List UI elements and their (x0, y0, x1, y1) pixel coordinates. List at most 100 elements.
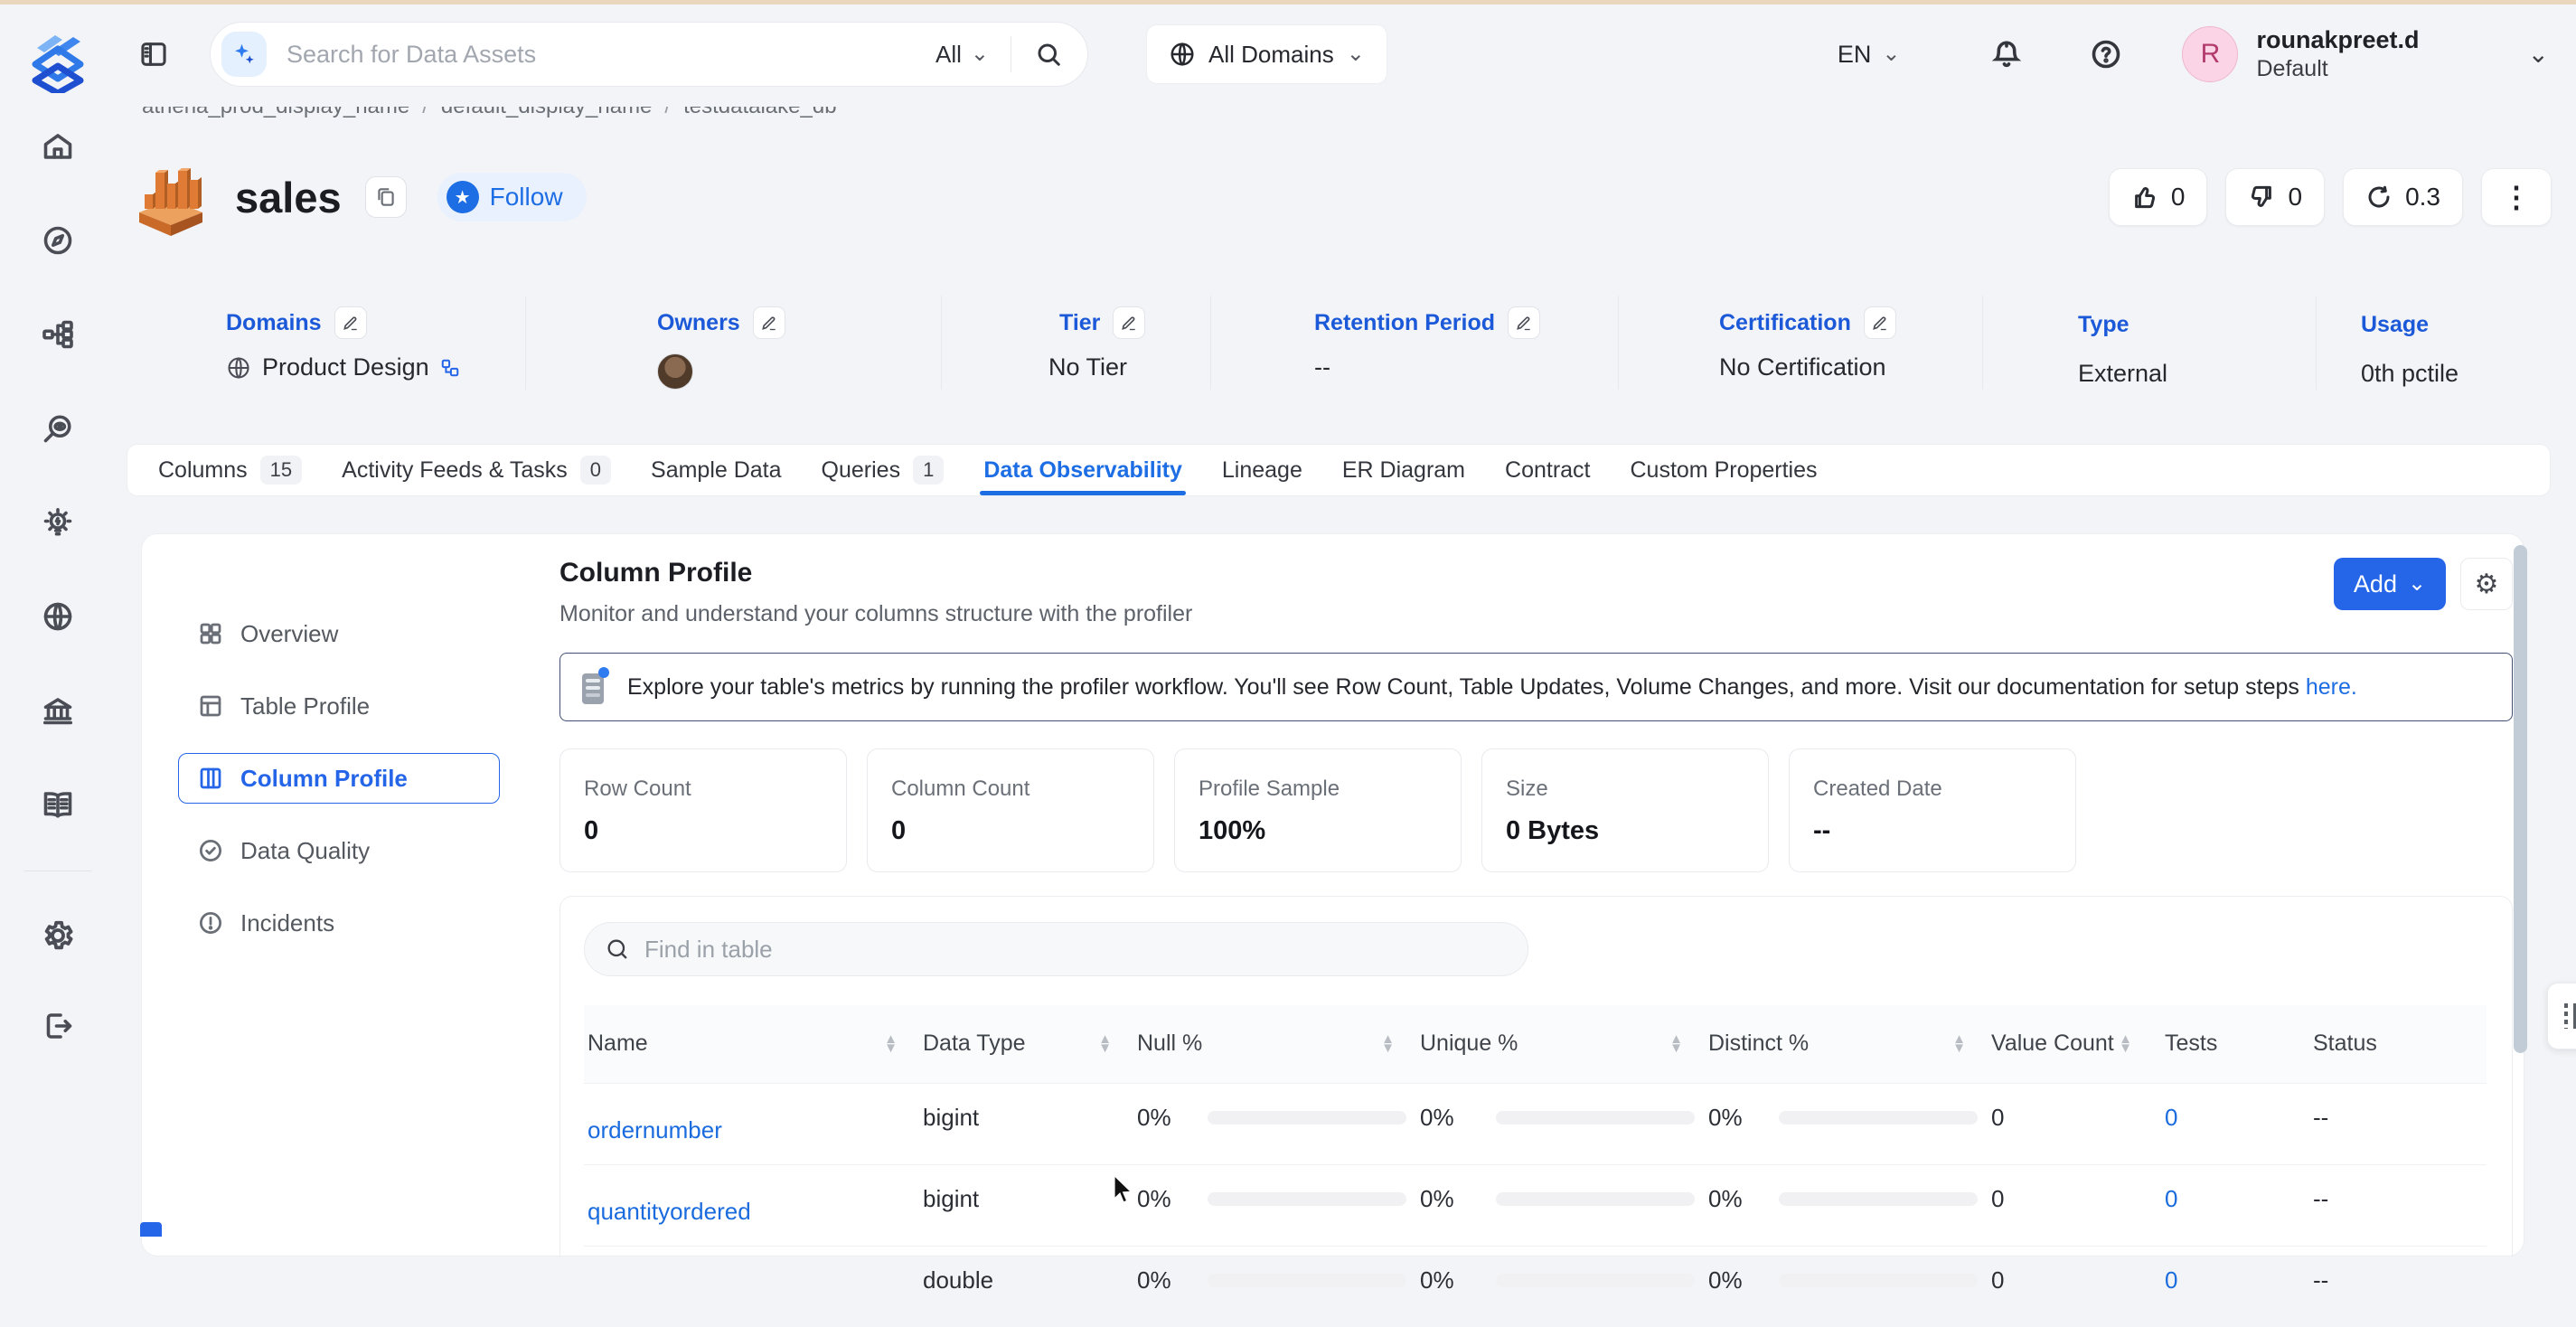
table-row: double 0% 0% 0% 0 0 -- (584, 1246, 2487, 1327)
nav-item-incidents[interactable]: Incidents (178, 898, 500, 948)
sort-icon[interactable]: ▲▼ (1381, 1035, 1395, 1052)
type-label: Type (2078, 312, 2129, 338)
page-title: sales (235, 173, 342, 222)
settings-gear-icon[interactable] (41, 918, 75, 953)
profiler-settings-gear-icon[interactable]: ⚙ (2460, 558, 2513, 610)
explore-compass-icon[interactable] (41, 223, 75, 258)
breadcrumb-schema[interactable]: testdatalake_db (683, 107, 836, 118)
tests-link[interactable]: 0 (2158, 1104, 2177, 1132)
retention-value: -- (1314, 353, 1330, 381)
govern-bank-icon[interactable] (41, 693, 75, 728)
chevron-down-icon: ⌄ (1882, 43, 1900, 65)
version-button[interactable]: 0.3 (2343, 168, 2463, 226)
sort-icon[interactable]: ▲▼ (1952, 1035, 1966, 1052)
tab-activity-feeds[interactable]: Activity Feeds & Tasks0 (322, 445, 631, 495)
breadcrumb-service[interactable]: athena_prod_display_name (142, 107, 409, 118)
notifications-bell-icon[interactable] (1987, 34, 2026, 74)
all-domains-filter[interactable]: All Domains ⌄ (1146, 24, 1387, 84)
tab-custom-properties[interactable]: Custom Properties (1611, 445, 1838, 495)
type-value: External (2078, 360, 2167, 388)
tests-link[interactable]: 0 (2158, 1266, 2177, 1294)
sort-icon[interactable]: ▲▼ (884, 1035, 898, 1052)
search-scope-dropdown[interactable]: All ⌄ (935, 41, 989, 69)
distinct-pct: 0% (1708, 1104, 1743, 1132)
edit-certification-icon[interactable] (1864, 306, 1896, 339)
certification-value: No Certification (1719, 353, 1886, 381)
owners-label: Owners (657, 310, 740, 336)
banner-here-link[interactable]: here. (2306, 674, 2357, 700)
breadcrumb: athena_prod_display_name/default_display… (142, 107, 1407, 120)
ai-sparkle-icon[interactable] (221, 32, 267, 77)
chevron-down-icon[interactable]: ⌄ (2528, 42, 2549, 67)
search-icon[interactable] (1033, 39, 1064, 70)
tab-queries[interactable]: Queries1 (802, 445, 964, 495)
language-selector[interactable]: EN ⌄ (1838, 41, 1901, 69)
observability-icon[interactable] (41, 411, 75, 446)
columns-table-panel: Name▲▼ Data Type▲▼ Null %▲▼ Unique %▲▼ D… (559, 896, 2513, 1257)
user-name: rounakpreet.d (2256, 25, 2419, 56)
add-button[interactable]: Add ⌄ (2334, 558, 2446, 610)
star-icon: ★ (447, 181, 479, 213)
tests-link[interactable]: 0 (2158, 1185, 2177, 1213)
domains-globe-icon[interactable] (41, 599, 75, 634)
sidebar-toggle-icon[interactable] (136, 36, 172, 72)
data-type: double (923, 1266, 993, 1294)
tab-lineage[interactable]: Lineage (1202, 445, 1322, 495)
more-options-kebab[interactable]: ⋮ (2481, 168, 2552, 226)
owner-avatar[interactable] (657, 353, 693, 390)
edit-owners-icon[interactable] (753, 306, 785, 339)
upvote-button[interactable]: 0 (2109, 168, 2208, 226)
logout-icon[interactable] (41, 1009, 75, 1043)
meta-type: Type External (1982, 296, 2316, 390)
user-avatar[interactable]: R (2182, 26, 2238, 82)
user-menu[interactable]: rounakpreet.d Default (2256, 25, 2419, 84)
col-header-tests: Tests (2165, 1031, 2217, 1057)
global-search-bar[interactable]: All ⌄ (210, 22, 1088, 87)
col-header-data-type: Data Type (923, 1031, 1026, 1057)
tab-er-diagram[interactable]: ER Diagram (1322, 445, 1485, 495)
lineage-flow-icon[interactable] (41, 317, 75, 352)
edit-tier-icon[interactable] (1113, 306, 1145, 339)
glossary-book-icon[interactable] (41, 787, 75, 822)
insights-bulb-icon[interactable] (41, 505, 75, 540)
find-in-table[interactable] (584, 922, 1528, 976)
edit-domains-icon[interactable] (334, 306, 367, 339)
tab-contract[interactable]: Contract (1485, 445, 1610, 495)
nav-label: Column Profile (240, 765, 408, 793)
nav-item-table-profile[interactable]: Table Profile (178, 681, 500, 731)
search-input[interactable] (287, 41, 935, 69)
copy-name-button[interactable] (365, 176, 407, 218)
sort-icon[interactable]: ▲▼ (1098, 1035, 1112, 1052)
content-scrollbar[interactable] (2514, 545, 2527, 1053)
col-header-status: Status (2313, 1031, 2377, 1057)
nav-item-data-quality[interactable]: Data Quality (178, 825, 500, 876)
null-pct-bar (1208, 1111, 1406, 1125)
null-pct: 0% (1137, 1185, 1171, 1213)
unique-pct-bar (1496, 1274, 1695, 1287)
home-icon[interactable] (41, 129, 75, 164)
all-domains-label: All Domains (1208, 41, 1334, 69)
find-in-table-input[interactable] (644, 936, 1508, 964)
tab-columns[interactable]: Columns15 (138, 445, 322, 495)
downvote-button[interactable]: 0 (2225, 168, 2325, 226)
nav-item-overview[interactable]: Overview (178, 608, 500, 659)
null-pct-bar (1208, 1274, 1406, 1287)
nav-item-column-profile[interactable]: Column Profile (178, 753, 500, 804)
edit-retention-icon[interactable] (1508, 306, 1540, 339)
unique-pct: 0% (1420, 1266, 1454, 1294)
table-icon (197, 692, 224, 720)
breadcrumb-database[interactable]: default_display_name (441, 107, 653, 118)
follow-button[interactable]: ★ Follow (437, 173, 587, 221)
column-link[interactable]: quantityordered (588, 1198, 751, 1225)
sort-icon[interactable]: ▲▼ (1669, 1035, 1683, 1052)
distinct-pct-bar (1779, 1192, 1978, 1206)
stat-card-profile-sample: Profile Sample 100% (1174, 748, 1462, 872)
domains-value[interactable]: Product Design (262, 353, 429, 381)
sort-icon[interactable]: ▲▼ (2119, 1035, 2132, 1052)
column-link[interactable]: ordernumber (588, 1116, 722, 1143)
tab-data-observability[interactable]: Data Observability (964, 445, 1202, 495)
help-icon[interactable] (2086, 34, 2126, 74)
side-panel-toggle[interactable] (2547, 983, 2576, 1049)
app-logo-icon[interactable] (28, 28, 88, 93)
tab-sample-data[interactable]: Sample Data (631, 445, 802, 495)
